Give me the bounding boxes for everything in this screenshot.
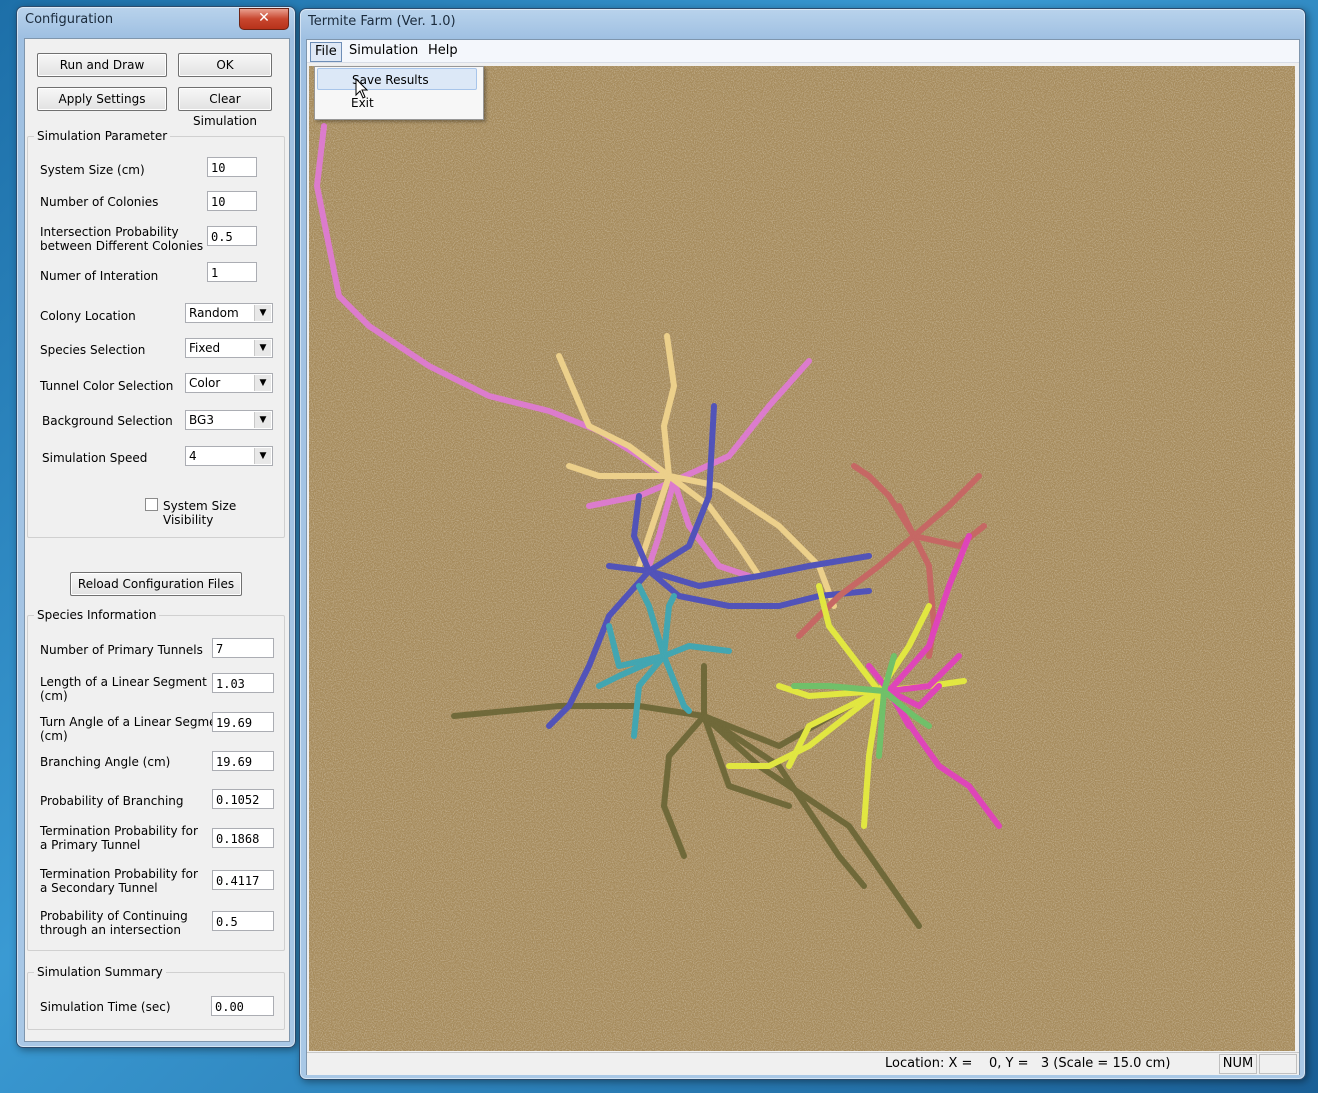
configuration-window: Configuration ✕ Run and Draw OK Apply Se… — [16, 6, 296, 1048]
segment-length-field[interactable]: 1.03 — [212, 673, 274, 693]
species-selection-label: Species Selection — [40, 343, 146, 357]
menu-item-exit[interactable]: Exit — [317, 92, 477, 114]
term-secondary-label-line2: a Secondary Tunnel — [40, 881, 158, 895]
speed-label: Simulation Speed — [42, 451, 148, 465]
primary-tunnels-field[interactable]: 7 — [212, 638, 274, 658]
segment-length-label-line2: (cm) — [40, 689, 68, 703]
turn-angle-field[interactable]: 19.69 — [212, 712, 274, 732]
iterations-field[interactable]: 1 — [207, 262, 257, 282]
background-label: Background Selection — [42, 414, 173, 428]
system-size-label: System Size (cm) — [40, 163, 145, 177]
main-window-title: Termite Farm (Ver. 1.0) — [308, 14, 456, 29]
species-selection-dropdown[interactable]: Fixed ▼ — [185, 338, 273, 358]
termite-tunnels-drawing — [309, 66, 1295, 1051]
main-client-area: File Simulation Help Save Results Exit L… — [306, 39, 1300, 1075]
chevron-down-icon[interactable]: ▼ — [254, 340, 271, 356]
close-button[interactable]: ✕ — [239, 8, 289, 30]
chevron-down-icon[interactable]: ▼ — [254, 412, 271, 428]
colony-location-dropdown[interactable]: Random ▼ — [185, 303, 273, 323]
background-value: BG3 — [189, 413, 214, 427]
species-selection-value: Fixed — [189, 341, 221, 355]
status-bar: Location: X = 0, Y = 3 (Scale = 15.0 cm)… — [307, 1052, 1299, 1075]
group-label: Simulation Parameter — [34, 129, 171, 143]
tunnel-color-label: Tunnel Color Selection — [40, 379, 174, 393]
term-secondary-field[interactable]: 0.4117 — [212, 870, 274, 890]
chevron-down-icon[interactable]: ▼ — [254, 448, 271, 464]
clear-simulation-button[interactable]: Clear Simulation — [178, 87, 272, 128]
chevron-down-icon[interactable]: ▼ — [254, 375, 271, 391]
termite-farm-window: Termite Farm (Ver. 1.0) File Simulation … — [299, 8, 1306, 1080]
speed-dropdown[interactable]: 4 ▼ — [185, 446, 273, 466]
prob-branching-field[interactable]: 0.1052 — [212, 789, 274, 809]
apply-settings-button[interactable]: Apply Settings — [37, 87, 167, 111]
simulation-parameter-group: Simulation Parameter System Size (cm) 10… — [27, 129, 285, 538]
group-label: Simulation Summary — [34, 965, 166, 979]
chevron-down-icon[interactable]: ▼ — [254, 305, 271, 321]
background-dropdown[interactable]: BG3 ▼ — [185, 410, 273, 430]
sim-time-field[interactable]: 0.00 — [211, 996, 274, 1016]
menu-help[interactable]: Help — [424, 42, 462, 60]
term-secondary-label-line1: Termination Probability for — [40, 867, 198, 881]
iterations-label: Numer of Interation — [40, 269, 159, 283]
primary-tunnels-label: Number of Primary Tunnels — [40, 643, 203, 657]
status-location: Location: X = 0, Y = 3 (Scale = 15.0 cm) — [885, 1056, 1171, 1071]
menu-item-save-results[interactable]: Save Results — [317, 68, 477, 90]
speed-value: 4 — [189, 449, 197, 463]
num-colonies-label: Number of Colonies — [40, 195, 159, 209]
term-primary-label-line2: a Primary Tunnel — [40, 838, 141, 852]
simulation-summary-group: Simulation Summary Simulation Time (sec)… — [27, 965, 285, 1030]
menu-bar: File Simulation Help — [307, 40, 1299, 63]
num-colonies-field[interactable]: 10 — [207, 191, 257, 211]
prob-continuing-label-line2: through an intersection — [40, 923, 181, 937]
intersection-prob-label-line1: Intersection Probability — [40, 225, 179, 239]
run-and-draw-button[interactable]: Run and Draw — [37, 53, 167, 77]
prob-branching-label: Probability of Branching — [40, 794, 184, 808]
status-num-indicator: NUM — [1219, 1054, 1257, 1074]
prob-continuing-field[interactable]: 0.5 — [212, 911, 274, 931]
group-label: Species Information — [34, 608, 160, 622]
term-primary-field[interactable]: 0.1868 — [212, 828, 274, 848]
system-size-visibility-label: System Size Visibility — [163, 499, 237, 527]
intersection-prob-field[interactable]: 0.5 — [207, 226, 257, 246]
intersection-prob-label-line2: between Different Colonies — [40, 239, 204, 253]
config-client-area: Run and Draw OK Apply Settings Clear Sim… — [24, 38, 290, 1042]
colony-location-value: Random — [189, 306, 239, 320]
sand-background — [309, 66, 1295, 1051]
branching-angle-field[interactable]: 19.69 — [212, 751, 274, 771]
simulation-canvas[interactable] — [309, 66, 1295, 1051]
mouse-cursor-icon — [355, 78, 369, 99]
prob-continuing-label-line1: Probability of Continuing — [40, 909, 188, 923]
sim-time-label: Simulation Time (sec) — [40, 1000, 171, 1014]
menu-simulation[interactable]: Simulation — [345, 42, 422, 60]
segment-length-label-line1: Length of a Linear Segment — [40, 675, 207, 689]
turn-angle-label-line2: (cm) — [40, 729, 68, 743]
branching-angle-label: Branching Angle (cm) — [40, 755, 171, 769]
tunnel-color-value: Color — [189, 376, 221, 390]
menu-file[interactable]: File — [310, 42, 342, 62]
status-empty-indicator — [1259, 1054, 1297, 1074]
ok-button[interactable]: OK — [178, 53, 272, 77]
tunnel-color-dropdown[interactable]: Color ▼ — [185, 373, 273, 393]
file-menu-dropdown: Save Results Exit — [314, 66, 484, 120]
colony-location-label: Colony Location — [40, 309, 136, 323]
system-size-field[interactable]: 10 — [207, 157, 257, 177]
species-information-group: Species Information Number of Primary Tu… — [27, 608, 285, 951]
term-primary-label-line1: Termination Probability for — [40, 824, 198, 838]
system-size-visibility-checkbox[interactable] — [145, 498, 158, 511]
turn-angle-label-line1: Turn Angle of a Linear Segment — [40, 715, 229, 729]
reload-configuration-button[interactable]: Reload Configuration Files — [70, 572, 242, 596]
config-window-title: Configuration — [25, 12, 114, 27]
